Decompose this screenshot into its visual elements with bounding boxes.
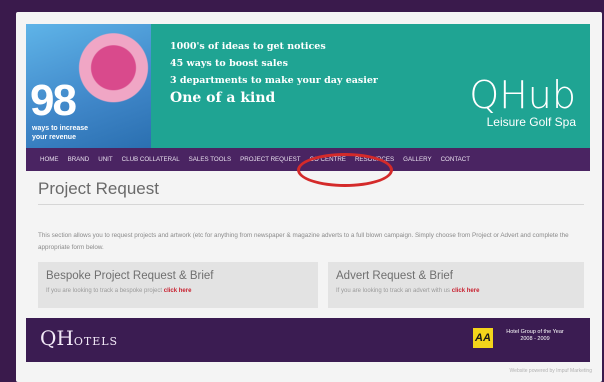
card-body-text: If you are looking to track an advert wi… xyxy=(336,288,451,294)
logo-main: QH xyxy=(40,326,74,350)
card-title: Bespoke Project Request & Brief xyxy=(46,270,214,282)
nav-item-home[interactable]: HOME xyxy=(40,156,59,163)
page: 98 ways to increase your revenue 1000's … xyxy=(16,12,602,382)
page-title: Project Request xyxy=(38,179,159,198)
advert-click-here-link[interactable]: click here xyxy=(452,288,480,294)
hero-subtitle-line2: your revenue xyxy=(32,134,76,141)
tagline-2: 45 ways to boost sales xyxy=(170,58,288,69)
nav-item-gallery[interactable]: GALLERY xyxy=(403,156,431,163)
logo-small: OTELS xyxy=(73,335,119,348)
award-text: Hotel Group of the Year 2008 - 2009 xyxy=(500,329,570,343)
nav-item-resources[interactable]: RESOURCES xyxy=(355,156,394,163)
hero-taglines: 1000's of ideas to get notices 45 ways t… xyxy=(170,38,378,107)
nav-item-co-centre[interactable]: CO CENTRE xyxy=(310,156,346,163)
nav-item-sales-tools[interactable]: SALES TOOLS xyxy=(189,156,231,163)
main-nav: HOME BRAND UNIT CLUB COLLATERAL SALES TO… xyxy=(26,148,590,171)
qhotels-logo[interactable]: QHOTELS xyxy=(40,326,118,350)
header-banner: 98 ways to increase your revenue 1000's … xyxy=(26,24,590,149)
nav-item-club-collateral[interactable]: CLUB COLLATERAL xyxy=(122,156,180,163)
hero-number: 98 xyxy=(30,76,77,125)
card-text: If you are looking to track a bespoke pr… xyxy=(46,288,310,294)
nav-item-unit[interactable]: UNIT xyxy=(98,156,112,163)
nav-item-brand[interactable]: BRAND xyxy=(68,156,90,163)
brand-logo[interactable]: QHub xyxy=(469,76,576,114)
page-description: This section allows you to request proje… xyxy=(38,232,569,251)
tagline-3: 3 departments to make your day easier xyxy=(170,75,378,86)
nav-item-project-request[interactable]: PROJECT REQUEST xyxy=(240,156,300,163)
title-divider xyxy=(38,204,584,205)
card-text: If you are looking to track an advert wi… xyxy=(336,288,576,294)
award-line1: Hotel Group of the Year xyxy=(506,329,564,335)
hero-subtitle-line1: ways to increase xyxy=(32,125,89,132)
aa-badge: AA xyxy=(473,328,493,348)
hero-subtitle: ways to increase your revenue xyxy=(32,124,88,142)
bespoke-click-here-link[interactable]: click here xyxy=(164,288,192,294)
tagline-1: 1000's of ideas to get notices xyxy=(170,41,326,52)
brand-logo-block[interactable]: QHub Leisure Golf Spa xyxy=(469,76,576,130)
advert-request-card: Advert Request & Brief If you are lookin… xyxy=(328,262,584,308)
footer: QHOTELS AA Hotel Group of the Year 2008 … xyxy=(26,318,590,362)
card-title: Advert Request & Brief xyxy=(336,270,453,282)
tagline-4: One of a kind xyxy=(170,90,276,106)
hero-image: 98 ways to increase your revenue xyxy=(26,24,151,149)
site-credit: Website powered by Impuf Marketing xyxy=(509,368,592,374)
award-line2: 2008 - 2009 xyxy=(520,336,550,342)
bespoke-project-card: Bespoke Project Request & Brief If you a… xyxy=(38,262,318,308)
nav-item-contact[interactable]: CONTACT xyxy=(441,156,470,163)
card-body-text: If you are looking to track a bespoke pr… xyxy=(46,288,163,294)
